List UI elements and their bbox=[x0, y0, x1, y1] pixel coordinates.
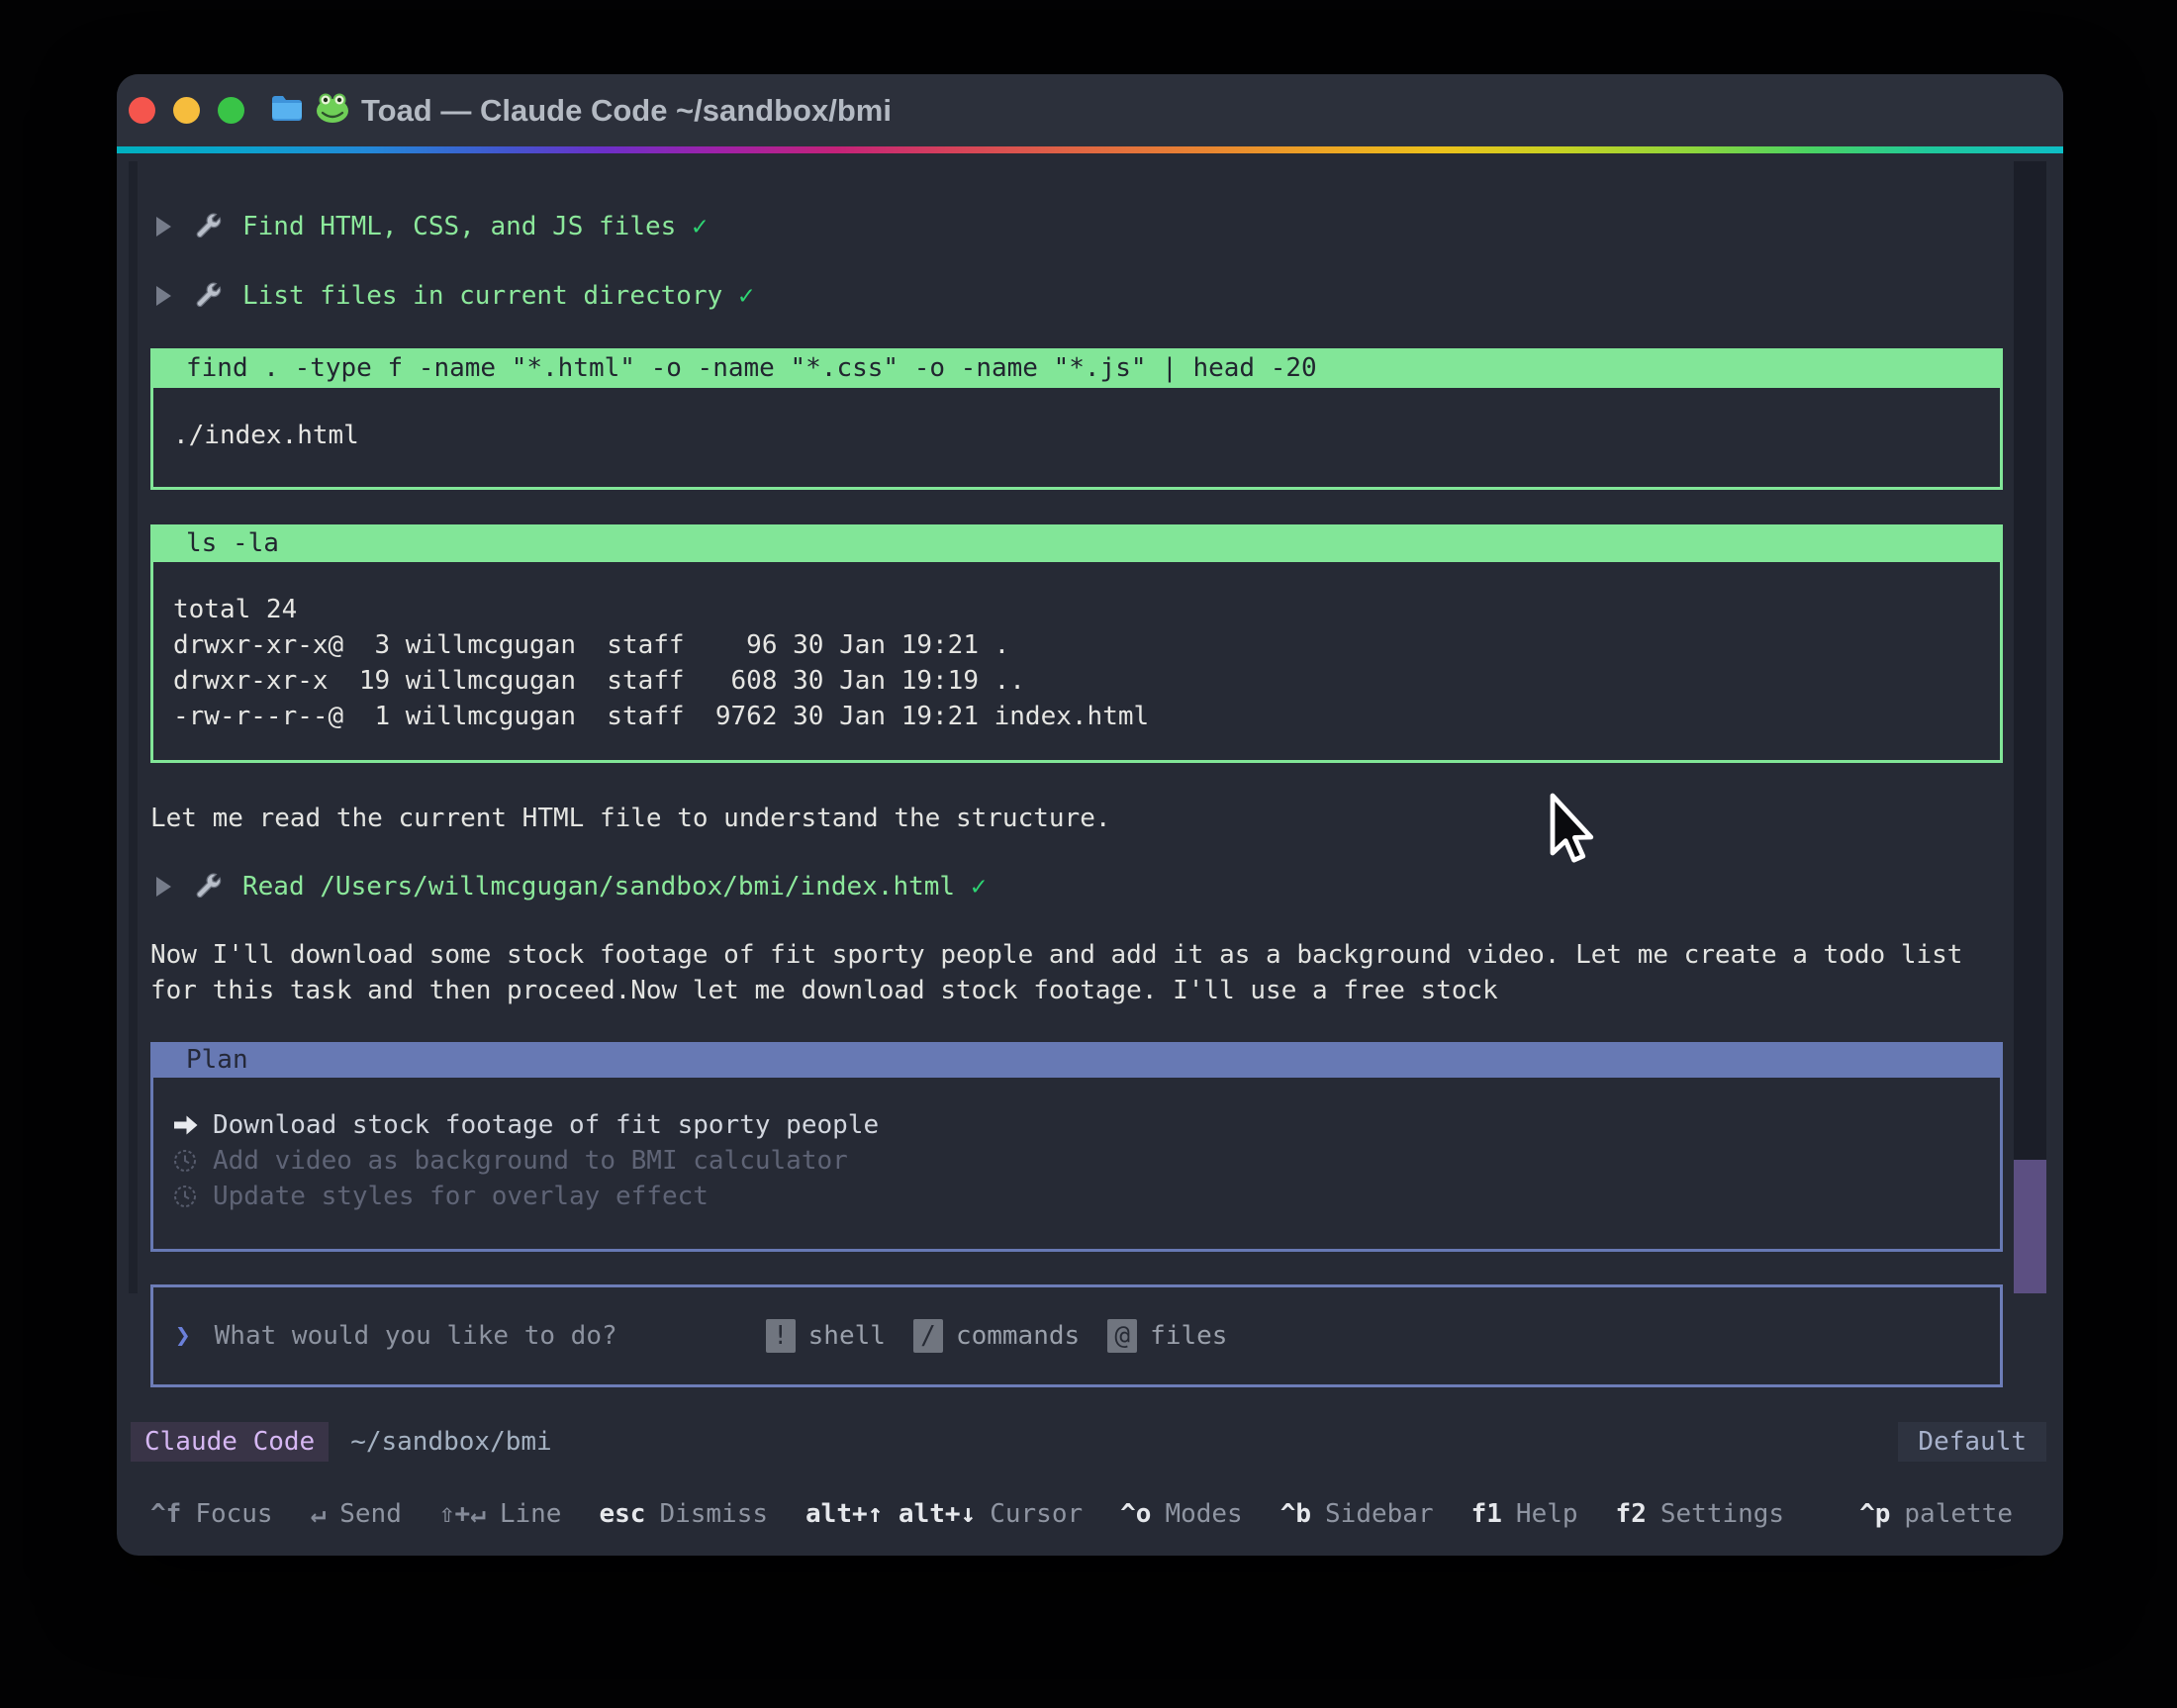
assistant-message: Let me read the current HTML file to und… bbox=[150, 801, 2011, 836]
left-gutter bbox=[129, 161, 138, 1293]
arrow-right-icon bbox=[173, 1114, 203, 1136]
footer-keybindings: ^fFocus ↵Send ⇧+↵Line escDismiss alt+↑ a… bbox=[150, 1496, 2004, 1532]
plan-panel: Plan Download stock footage of fit sport… bbox=[150, 1042, 2003, 1252]
binding-help[interactable]: f1Help bbox=[1471, 1496, 1578, 1532]
hint-commands: / commands bbox=[913, 1318, 1080, 1354]
tool-call-label: List files in current directory bbox=[242, 278, 722, 314]
wrench-icon bbox=[193, 872, 223, 901]
at-key-icon: @ bbox=[1107, 1319, 1137, 1353]
output-line: -rw-r--r--@ 1 willmcgugan staff 9762 30 … bbox=[173, 699, 1980, 734]
tool-call-list[interactable]: List files in current directory ✓ bbox=[156, 278, 754, 314]
wrench-icon bbox=[193, 212, 223, 241]
plan-item: Download stock footage of fit sporty peo… bbox=[173, 1107, 1980, 1143]
clock-icon bbox=[173, 1185, 203, 1208]
hint-label: commands bbox=[956, 1318, 1080, 1354]
prompt-icon: ❯ bbox=[175, 1318, 191, 1354]
scrollbar-thumb[interactable] bbox=[2014, 1160, 2046, 1293]
assistant-message: Now I'll download some stock footage of … bbox=[150, 937, 2011, 1008]
disclosure-triangle-icon[interactable] bbox=[156, 877, 171, 897]
hint-label: files bbox=[1150, 1318, 1227, 1354]
binding-sidebar[interactable]: ^bSidebar bbox=[1280, 1496, 1434, 1532]
tool-call-label: Find HTML, CSS, and JS files bbox=[242, 209, 676, 244]
input-placeholder: What would you like to do? bbox=[215, 1318, 617, 1354]
scrollbar-track[interactable] bbox=[2014, 161, 2046, 1293]
tool-call-label: Read /Users/willmcgugan/sandbox/bmi/inde… bbox=[242, 869, 955, 904]
zoom-button-icon[interactable] bbox=[218, 97, 244, 124]
plan-item-label: Add video as background to BMI calculato… bbox=[213, 1143, 848, 1179]
disclosure-triangle-icon[interactable] bbox=[156, 286, 171, 306]
output-line: drwxr-xr-x 19 willmcgugan staff 608 30 J… bbox=[173, 663, 1980, 699]
output-line: ./index.html bbox=[173, 418, 1980, 453]
binding-settings[interactable]: f2Settings bbox=[1616, 1496, 1785, 1532]
check-icon: ✓ bbox=[692, 209, 708, 244]
slash-key-icon: / bbox=[913, 1319, 943, 1353]
working-directory: ~/sandbox/bmi bbox=[350, 1424, 552, 1460]
command-block-ls: ls -la total 24 drwxr-xr-x@ 3 willmcguga… bbox=[150, 524, 2003, 763]
check-icon: ✓ bbox=[971, 869, 987, 904]
output-line: total 24 bbox=[173, 592, 1980, 627]
command-block-find: find . -type f -name "*.html" -o -name "… bbox=[150, 348, 2003, 490]
plan-body: Download stock footage of fit sporty peo… bbox=[150, 1078, 2003, 1252]
binding-palette[interactable]: ^ppalette bbox=[1859, 1496, 2013, 1532]
check-icon: ✓ bbox=[738, 278, 754, 314]
title-bar: Toad — Claude Code ~/sandbox/bmi bbox=[117, 74, 2063, 146]
binding-line[interactable]: ⇧+↵Line bbox=[439, 1496, 562, 1532]
plan-item: Update styles for overlay effect bbox=[173, 1179, 1980, 1214]
frog-icon bbox=[315, 92, 350, 134]
exclamation-key-icon: ! bbox=[766, 1319, 796, 1353]
spectrum-divider bbox=[117, 146, 2063, 153]
clock-icon bbox=[173, 1149, 203, 1173]
profile-badge[interactable]: Default bbox=[1898, 1422, 2046, 1462]
hint-label: shell bbox=[808, 1318, 886, 1354]
binding-focus[interactable]: ^fFocus bbox=[150, 1496, 273, 1532]
tool-call-read[interactable]: Read /Users/willmcgugan/sandbox/bmi/inde… bbox=[156, 869, 987, 904]
prompt-input[interactable]: ❯ What would you like to do? ! shell / c… bbox=[150, 1284, 2003, 1387]
binding-send[interactable]: ↵Send bbox=[311, 1496, 402, 1532]
tool-call-find[interactable]: Find HTML, CSS, and JS files ✓ bbox=[156, 209, 708, 244]
plan-item-label: Update styles for overlay effect bbox=[213, 1179, 709, 1214]
plan-title: Plan bbox=[150, 1042, 2003, 1078]
disclosure-triangle-icon[interactable] bbox=[156, 217, 171, 237]
command-output: total 24 drwxr-xr-x@ 3 willmcgugan staff… bbox=[150, 562, 2003, 763]
input-hints: ! shell / commands @ files bbox=[766, 1318, 1228, 1354]
hint-files: @ files bbox=[1107, 1318, 1227, 1354]
mouse-cursor-icon bbox=[1539, 792, 1596, 878]
folder-icon bbox=[271, 95, 303, 132]
binding-cursor[interactable]: alt+↑ alt+↓Cursor bbox=[805, 1496, 1083, 1532]
hint-shell: ! shell bbox=[766, 1318, 886, 1354]
window-title: Toad — Claude Code ~/sandbox/bmi bbox=[361, 74, 892, 146]
app-name-badge: Claude Code bbox=[131, 1422, 329, 1462]
command-output: ./index.html bbox=[150, 388, 2003, 490]
plan-item-label: Download stock footage of fit sporty peo… bbox=[213, 1107, 879, 1143]
wrench-icon bbox=[193, 281, 223, 311]
command-header: find . -type f -name "*.html" -o -name "… bbox=[150, 348, 2003, 388]
close-button-icon[interactable] bbox=[129, 97, 155, 124]
binding-modes[interactable]: ^oModes bbox=[1120, 1496, 1243, 1532]
minimize-button-icon[interactable] bbox=[173, 97, 200, 124]
status-bar: Claude Code ~/sandbox/bmi Default bbox=[131, 1422, 2046, 1462]
output-line: drwxr-xr-x@ 3 willmcgugan staff 96 30 Ja… bbox=[173, 627, 1980, 663]
terminal-window: Toad — Claude Code ~/sandbox/bmi Find HT… bbox=[117, 74, 2063, 1556]
binding-dismiss[interactable]: escDismiss bbox=[599, 1496, 768, 1532]
plan-item: Add video as background to BMI calculato… bbox=[173, 1143, 1980, 1179]
command-header: ls -la bbox=[150, 524, 2003, 562]
